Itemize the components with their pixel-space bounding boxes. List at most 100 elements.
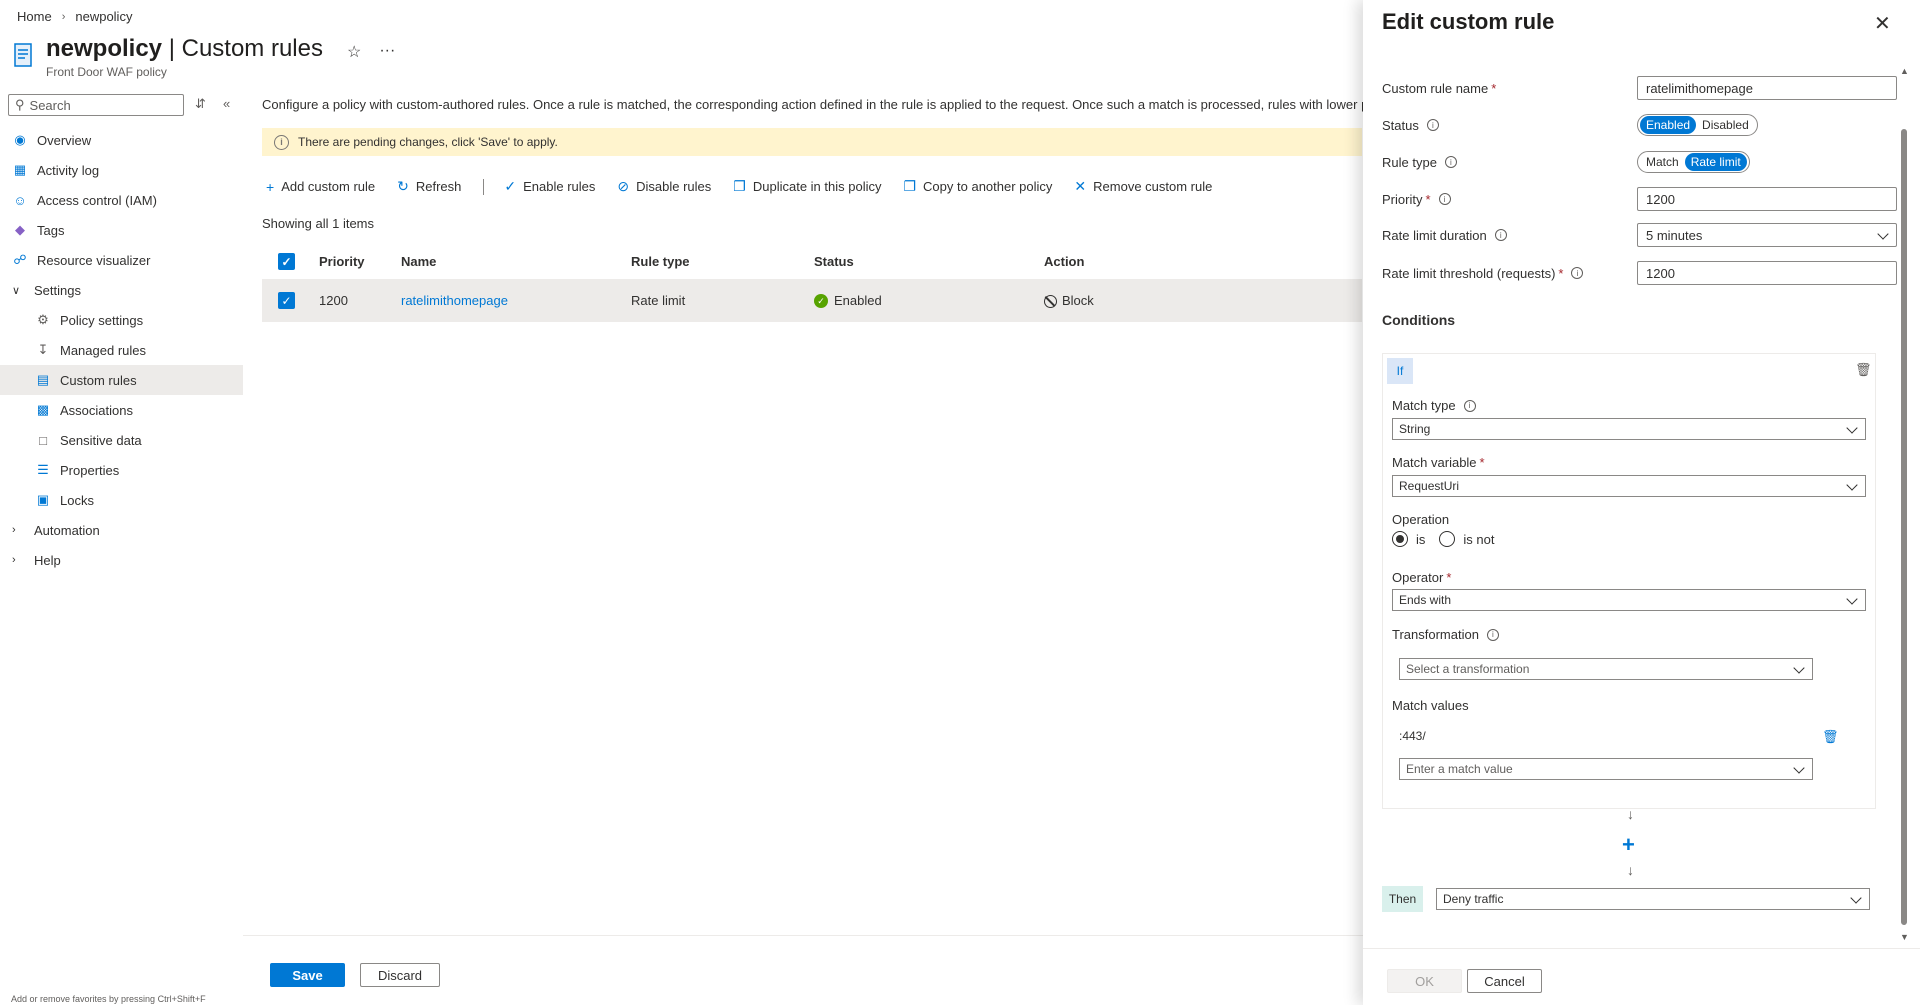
rule-type-toggle[interactable]: Match Rate limit xyxy=(1637,151,1750,173)
disable-rules-button[interactable]: ⊘ Disable rules xyxy=(617,178,711,195)
if-badge: If xyxy=(1387,358,1413,384)
sidebar: ◉ Overview ▦ Activity log ☺ Access control … xyxy=(0,125,243,575)
sidebar-item-overview[interactable]: ◉ Overview xyxy=(0,125,243,155)
status-disabled-option[interactable]: Disabled xyxy=(1696,116,1755,134)
sidebar-item-iam[interactable]: ☺ Access control (IAM) xyxy=(0,185,243,215)
column-name[interactable]: Name xyxy=(401,254,631,269)
plus-icon: + xyxy=(266,178,275,195)
scroll-up-icon[interactable]: ▲ xyxy=(1900,66,1909,76)
status-toggle[interactable]: Enabled Disabled xyxy=(1637,114,1758,136)
people-icon: ☺ xyxy=(13,192,27,208)
breadcrumb-home[interactable]: Home xyxy=(17,9,52,24)
breadcrumb: Home › newpolicy xyxy=(17,9,132,24)
match-value-input[interactable]: Enter a match value xyxy=(1399,758,1813,780)
add-condition-icon[interactable]: + xyxy=(1622,832,1635,858)
then-action-dropdown[interactable]: Deny traffic xyxy=(1436,888,1870,910)
info-icon[interactable]: i xyxy=(1463,399,1476,412)
row-checkbox[interactable]: ✓ xyxy=(278,292,295,309)
sidebar-item-associations[interactable]: ▩ Associations xyxy=(0,395,243,425)
save-button[interactable]: Save xyxy=(270,963,345,987)
add-custom-rule-button[interactable]: + Add custom rule xyxy=(266,179,375,195)
managed-rules-icon: ↧ xyxy=(37,342,49,357)
more-options-icon[interactable]: ··· xyxy=(379,42,395,62)
select-all-checkbox[interactable]: ✓ xyxy=(278,253,295,270)
status-enabled-option[interactable]: Enabled xyxy=(1640,116,1697,134)
toolbar: + Add custom rule ↻ Refresh ✓ Enable rules … xyxy=(266,178,1234,195)
sidebar-item-custom-rules[interactable]: ▤ Custom rules xyxy=(0,365,243,395)
operation-label: Operation xyxy=(1392,512,1450,527)
info-icon[interactable]: i xyxy=(1426,119,1439,131)
info-icon[interactable]: i xyxy=(1486,628,1499,641)
cell-name-link[interactable]: ratelimithomepage xyxy=(401,293,631,308)
toolbar-divider xyxy=(483,178,485,195)
cell-status: ✓ Enabled xyxy=(814,293,1044,309)
rule-type-rate-limit-option[interactable]: Rate limit xyxy=(1684,153,1747,171)
duplicate-button[interactable]: ❐ Duplicate in this policy xyxy=(733,178,881,195)
collapse-menu-icon[interactable]: « xyxy=(223,96,230,111)
sidebar-item-properties[interactable]: ☰ Properties xyxy=(0,455,243,485)
operator-dropdown[interactable]: Ends with xyxy=(1392,589,1866,611)
enable-rules-button[interactable]: ✓ Enable rules xyxy=(504,178,595,195)
sidebar-group-automation[interactable]: › Automation xyxy=(0,515,243,545)
close-icon[interactable]: ✕ xyxy=(1874,11,1891,36)
info-icon[interactable]: i xyxy=(1494,229,1507,241)
info-icon[interactable]: i xyxy=(1438,193,1451,205)
expand-collapse-icon[interactable]: ⇵ xyxy=(195,96,206,112)
sidebar-item-activity-log[interactable]: ▦ Activity log xyxy=(0,155,243,185)
panel-scrollbar[interactable]: ▲ ▼ xyxy=(1899,66,1909,942)
custom-rules-icon: ▤ xyxy=(36,372,50,387)
rule-name-input[interactable]: ratelimithomepage xyxy=(1637,76,1897,100)
rule-type-match-option[interactable]: Match xyxy=(1640,153,1685,171)
transformation-dropdown[interactable]: Select a transformation xyxy=(1399,658,1813,680)
ok-button[interactable]: OK xyxy=(1387,969,1462,993)
pending-changes-banner: i There are pending changes, click 'Save… xyxy=(262,128,1362,156)
edit-custom-rule-panel: Edit custom rule ✕ ▲ ▼ Custom rule name *… xyxy=(1363,0,1920,1005)
copy-to-policy-button[interactable]: ❐ Copy to another policy xyxy=(903,178,1052,195)
match-variable-label: Match variable * xyxy=(1392,455,1485,470)
sidebar-item-sensitive-data[interactable]: □ Sensitive data xyxy=(0,425,243,455)
info-icon[interactable]: i xyxy=(1571,267,1584,279)
operation-radio-group: is is not xyxy=(1392,531,1494,547)
info-icon[interactable]: i xyxy=(1444,156,1457,168)
star-icon[interactable]: ☆ xyxy=(347,42,361,62)
sidebar-item-locks[interactable]: ▣ Locks xyxy=(0,485,243,515)
sidebar-group-help[interactable]: › Help xyxy=(0,545,243,575)
operation-is-radio[interactable] xyxy=(1392,531,1408,547)
match-value-item: :443/ xyxy=(1399,729,1426,743)
priority-input[interactable]: 1200 xyxy=(1637,187,1897,211)
column-action[interactable]: Action xyxy=(1044,254,1244,269)
discard-button[interactable]: Discard xyxy=(360,963,440,987)
field-priority: Priority * i 1200 xyxy=(1382,187,1897,211)
sidebar-group-settings[interactable]: ∨ Settings xyxy=(0,275,243,305)
column-rule-type[interactable]: Rule type xyxy=(631,254,814,269)
sidebar-item-managed-rules[interactable]: ↧ Managed rules xyxy=(0,335,243,365)
match-variable-dropdown[interactable]: RequestUri xyxy=(1392,475,1866,497)
refresh-button[interactable]: ↻ Refresh xyxy=(397,178,461,195)
sidebar-item-policy-settings[interactable]: ⚙ Policy settings xyxy=(0,305,243,335)
success-icon: ✓ xyxy=(814,294,828,309)
sidebar-item-tags[interactable]: ◆ Tags xyxy=(0,215,243,245)
block-icon xyxy=(1044,295,1057,309)
rate-limit-duration-dropdown[interactable]: 5 minutes xyxy=(1637,223,1897,247)
sidebar-item-resource-visualizer[interactable]: ☍ Resource visualizer xyxy=(0,245,243,275)
cancel-button[interactable]: Cancel xyxy=(1467,969,1542,993)
rate-limit-threshold-input[interactable]: 1200 xyxy=(1637,261,1897,285)
delete-match-value-icon[interactable]: 🗑 xyxy=(1822,729,1839,745)
panel-footer-divider xyxy=(1363,948,1920,949)
table-row[interactable]: ✓ 1200 ratelimithomepage Rate limit ✓ Ena… xyxy=(262,280,1362,322)
transformation-label: Transformation i xyxy=(1392,627,1499,642)
operation-is-not-radio[interactable] xyxy=(1439,531,1456,547)
items-count: Showing all 1 items xyxy=(262,216,374,231)
column-status[interactable]: Status xyxy=(814,254,1044,269)
breadcrumb-current[interactable]: newpolicy xyxy=(75,9,132,24)
scroll-down-icon[interactable]: ▼ xyxy=(1900,932,1909,942)
scrollbar-thumb[interactable] xyxy=(1901,129,1907,925)
tag-icon: ◆ xyxy=(15,222,25,237)
remove-custom-rule-button[interactable]: ✕ Remove custom rule xyxy=(1074,178,1212,195)
search-input[interactable]: ⚲ Search xyxy=(8,94,184,116)
operator-label: Operator * xyxy=(1392,570,1452,585)
page-subtitle: Front Door WAF policy xyxy=(46,65,167,79)
delete-condition-icon[interactable]: 🗑 xyxy=(1855,362,1872,378)
column-priority[interactable]: Priority xyxy=(319,254,401,269)
match-type-dropdown[interactable]: String xyxy=(1392,418,1866,440)
